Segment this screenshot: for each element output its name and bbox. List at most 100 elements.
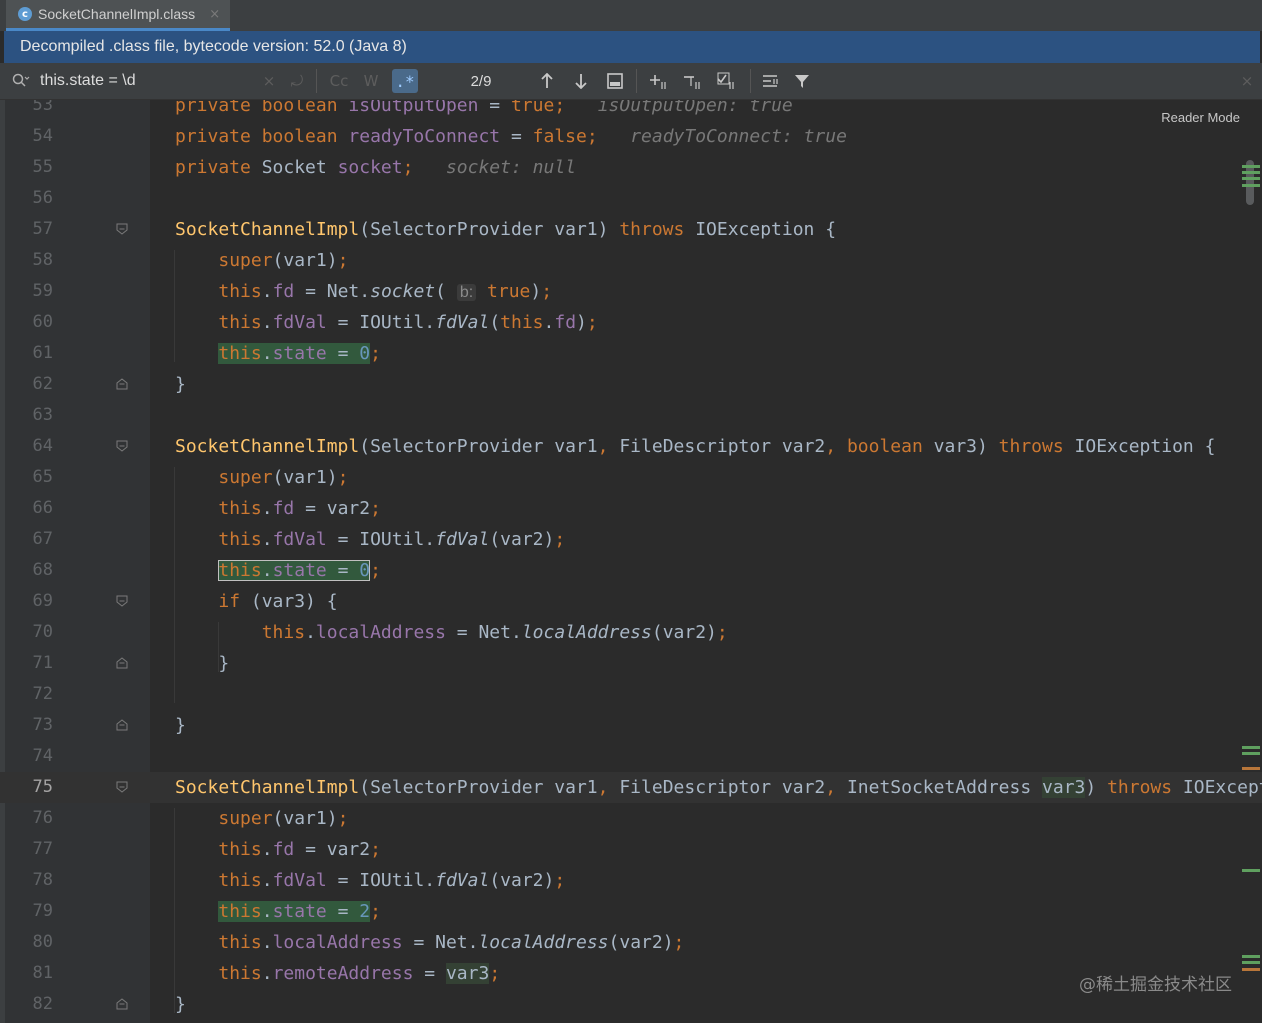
line-number[interactable]: 58 bbox=[0, 245, 53, 276]
fold-collapse-icon[interactable] bbox=[116, 440, 128, 452]
line-number[interactable]: 61 bbox=[0, 338, 53, 369]
code-line[interactable]: 56 bbox=[0, 183, 1262, 214]
line-number[interactable]: 82 bbox=[0, 989, 53, 1020]
code-line[interactable]: 81 this.remoteAddress = var3; bbox=[0, 958, 1262, 989]
code-line[interactable]: 78 this.fdVal = IOUtil.fdVal(var2); bbox=[0, 865, 1262, 896]
code-line[interactable]: 79 this.state = 2; bbox=[0, 896, 1262, 927]
code-text[interactable]: this.localAddress = Net.localAddress(var… bbox=[175, 927, 684, 958]
code-text[interactable]: } bbox=[175, 648, 229, 679]
code-line[interactable]: 67 this.fdVal = IOUtil.fdVal(var2); bbox=[0, 524, 1262, 555]
line-number[interactable]: 79 bbox=[0, 896, 53, 927]
line-number[interactable]: 66 bbox=[0, 493, 53, 524]
fold-collapse-icon[interactable] bbox=[116, 595, 128, 607]
code-line[interactable]: 82} bbox=[0, 989, 1262, 1020]
code-text[interactable]: this.fd = var2; bbox=[175, 834, 381, 865]
line-number[interactable]: 78 bbox=[0, 865, 53, 896]
fold-collapse-icon[interactable] bbox=[116, 781, 128, 793]
line-number[interactable]: 55 bbox=[0, 152, 53, 183]
line-number[interactable]: 60 bbox=[0, 307, 53, 338]
code-text[interactable]: this.remoteAddress = var3; bbox=[175, 958, 500, 989]
line-number[interactable]: 74 bbox=[0, 741, 53, 772]
code-text[interactable]: } bbox=[175, 710, 186, 741]
code-text[interactable]: this.state = 0; bbox=[175, 555, 381, 586]
code-text[interactable]: super(var1); bbox=[175, 803, 348, 834]
line-number[interactable]: 75 bbox=[0, 772, 53, 803]
code-text[interactable]: this.fdVal = IOUtil.fdVal(this.fd); bbox=[175, 307, 597, 338]
line-number[interactable]: 72 bbox=[0, 679, 53, 710]
code-text[interactable]: this.fd = var2; bbox=[175, 493, 381, 524]
line-number[interactable]: 62 bbox=[0, 369, 53, 400]
line-number[interactable]: 77 bbox=[0, 834, 53, 865]
code-text[interactable]: SocketChannelImpl(SelectorProvider var1,… bbox=[175, 431, 1215, 462]
code-text[interactable]: if (var3) { bbox=[175, 586, 337, 617]
fold-end-icon[interactable] bbox=[116, 657, 128, 669]
code-editor[interactable]: 53 private boolean isOutputOpen = true; i… bbox=[0, 100, 1262, 1023]
fold-end-icon[interactable] bbox=[116, 998, 128, 1010]
previous-occurrence-icon[interactable] bbox=[536, 63, 558, 99]
search-icon[interactable] bbox=[10, 63, 32, 99]
line-number[interactable]: 64 bbox=[0, 431, 53, 462]
line-number[interactable]: 69 bbox=[0, 586, 53, 617]
code-line[interactable]: 61 this.state = 0; bbox=[0, 338, 1262, 369]
next-occurrence-icon[interactable] bbox=[570, 63, 592, 99]
code-line[interactable]: 70 this.localAddress = Net.localAddress(… bbox=[0, 617, 1262, 648]
code-text[interactable]: private boolean readyToConnect = false; … bbox=[175, 121, 847, 152]
code-line[interactable]: 68 this.state = 0; bbox=[0, 555, 1262, 586]
code-line[interactable]: 54 private boolean readyToConnect = false… bbox=[0, 121, 1262, 152]
code-text[interactable]: super(var1); bbox=[175, 462, 348, 493]
line-number[interactable]: 53 bbox=[0, 100, 53, 121]
line-number[interactable]: 57 bbox=[0, 214, 53, 245]
tab-socketchannelimpl[interactable]: c SocketChannelImpl.class × bbox=[6, 0, 230, 31]
match-case-button[interactable]: Cc bbox=[324, 63, 354, 99]
close-find-bar-icon[interactable]: × bbox=[1236, 63, 1258, 99]
line-number[interactable]: 63 bbox=[0, 400, 53, 431]
code-line[interactable]: 71 } bbox=[0, 648, 1262, 679]
code-line[interactable]: 63 bbox=[0, 400, 1262, 431]
code-line[interactable]: 62} bbox=[0, 369, 1262, 400]
select-occurrence-icon[interactable] bbox=[714, 63, 740, 99]
code-text[interactable]: } bbox=[175, 369, 186, 400]
code-line[interactable]: 59 this.fd = Net.socket( b: true); bbox=[0, 276, 1262, 307]
fold-end-icon[interactable] bbox=[116, 378, 128, 390]
line-number[interactable]: 56 bbox=[0, 183, 53, 214]
code-line[interactable]: 64 SocketChannelImpl(SelectorProvider var… bbox=[0, 431, 1262, 462]
code-line[interactable]: 65 super(var1); bbox=[0, 462, 1262, 493]
code-text[interactable]: SocketChannelImpl(SelectorProvider var1,… bbox=[175, 772, 1262, 803]
code-line[interactable]: 80 this.localAddress = Net.localAddress(… bbox=[0, 927, 1262, 958]
code-text[interactable]: this.state = 2; bbox=[175, 896, 381, 927]
line-number[interactable]: 67 bbox=[0, 524, 53, 555]
code-line[interactable]: 60 this.fdVal = IOUtil.fdVal(this.fd); bbox=[0, 307, 1262, 338]
code-text[interactable]: this.fdVal = IOUtil.fdVal(var2); bbox=[175, 865, 565, 896]
filter-options-icon[interactable] bbox=[758, 63, 784, 99]
code-text[interactable]: this.fd = Net.socket( b: true); bbox=[175, 276, 552, 307]
code-text[interactable]: super(var1); bbox=[175, 245, 348, 276]
code-line[interactable]: 72 bbox=[0, 679, 1262, 710]
reader-mode-toggle[interactable]: Reader Mode bbox=[1161, 110, 1240, 125]
line-number[interactable]: 80 bbox=[0, 927, 53, 958]
line-number[interactable]: 76 bbox=[0, 803, 53, 834]
code-line[interactable]: 53 private boolean isOutputOpen = true; i… bbox=[0, 100, 1262, 121]
code-line[interactable]: 57 SocketChannelImpl(SelectorProvider var… bbox=[0, 214, 1262, 245]
line-number[interactable]: 70 bbox=[0, 617, 53, 648]
code-text[interactable]: this.fdVal = IOUtil.fdVal(var2); bbox=[175, 524, 565, 555]
whole-words-button[interactable]: W bbox=[358, 63, 384, 99]
close-tab-icon[interactable]: × bbox=[209, 7, 220, 22]
line-number[interactable]: 81 bbox=[0, 958, 53, 989]
line-number[interactable]: 73 bbox=[0, 710, 53, 741]
code-line[interactable]: 74 bbox=[0, 741, 1262, 772]
line-number[interactable]: 68 bbox=[0, 555, 53, 586]
code-text[interactable]: private Socket socket; socket: null bbox=[175, 152, 576, 183]
fold-collapse-icon[interactable] bbox=[116, 223, 128, 235]
code-text[interactable]: } bbox=[175, 989, 186, 1020]
select-all-occurrences-icon[interactable] bbox=[604, 63, 626, 99]
error-stripe[interactable] bbox=[1240, 100, 1262, 1023]
remove-occurrence-icon[interactable] bbox=[680, 63, 706, 99]
code-line[interactable]: 75 SocketChannelImpl(SelectorProvider var… bbox=[0, 772, 1262, 803]
line-number[interactable]: 59 bbox=[0, 276, 53, 307]
line-number[interactable]: 54 bbox=[0, 121, 53, 152]
fold-end-icon[interactable] bbox=[116, 719, 128, 731]
code-text[interactable]: SocketChannelImpl(SelectorProvider var1)… bbox=[175, 214, 836, 245]
code-line[interactable]: 76 super(var1); bbox=[0, 803, 1262, 834]
code-line[interactable]: 66 this.fd = var2; bbox=[0, 493, 1262, 524]
regex-toggle-button[interactable]: .* bbox=[390, 63, 420, 99]
